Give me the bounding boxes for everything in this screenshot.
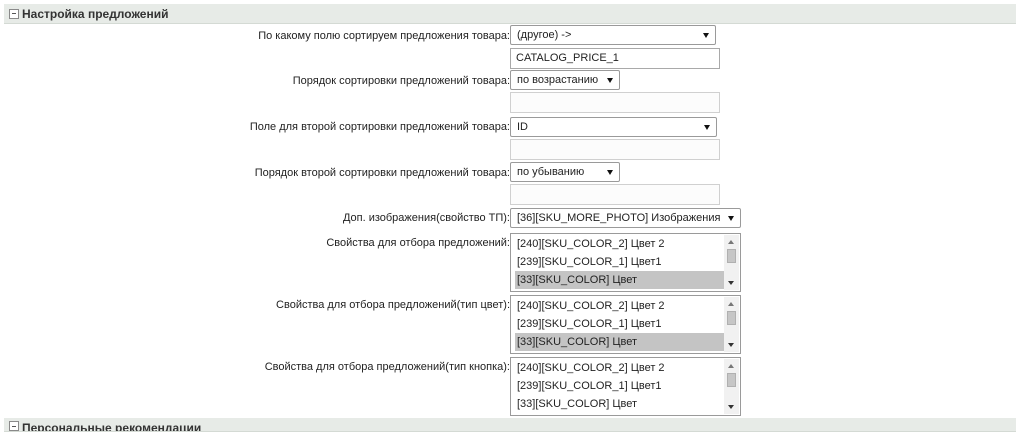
sort-order-label: Порядок сортировки предложений товара: xyxy=(292,75,510,87)
sort-field-custom-input[interactable]: CATALOG_PRICE_1 xyxy=(510,48,720,69)
sort2-field-custom-input[interactable] xyxy=(510,139,720,160)
sort-order-custom-input[interactable] xyxy=(510,92,720,113)
list-item[interactable]: [239][SKU_COLOR_1] Цвет1 xyxy=(515,315,725,333)
sort2-field-select[interactable]: ID xyxy=(510,117,717,137)
sort2-order-label: Порядок второй сортировки предложений то… xyxy=(254,167,510,179)
scroll-up-icon[interactable] xyxy=(728,240,734,244)
scroll-up-icon[interactable] xyxy=(728,364,734,368)
list-item[interactable]: [33][SKU_COLOR] Цвет xyxy=(515,333,725,351)
section-header-recommendations[interactable]: Персональные рекомендации xyxy=(4,418,1016,432)
dropdown-arrow-icon xyxy=(607,170,613,175)
scroll-thumb[interactable] xyxy=(727,249,736,263)
list-item[interactable]: [240][SKU_COLOR_2] Цвет 2 xyxy=(515,297,725,315)
sort-order-select[interactable]: по возрастанию xyxy=(510,70,620,90)
dropdown-arrow-icon xyxy=(607,78,613,83)
dropdown-arrow-icon xyxy=(703,33,709,38)
tree-props-listbox[interactable]: [240][SKU_COLOR_2] Цвет 2 [239][SKU_COLO… xyxy=(510,233,741,292)
section-title: Настройка предложений xyxy=(22,6,169,21)
list-item[interactable]: [240][SKU_COLOR_2] Цвет 2 xyxy=(515,235,725,253)
sort-field-value: (другое) -> xyxy=(517,29,572,41)
collapse-icon[interactable] xyxy=(9,8,19,19)
scroll-thumb[interactable] xyxy=(727,373,736,387)
button-props-listbox[interactable]: [240][SKU_COLOR_2] Цвет 2 [239][SKU_COLO… xyxy=(510,357,741,416)
sort-field-label: По какому полю сортируем предложения тов… xyxy=(258,30,510,42)
more-photo-value: [36][SKU_MORE_PHOTO] Изображения xyxy=(517,212,721,224)
section-title: Персональные рекомендации xyxy=(22,421,202,432)
scroll-down-icon[interactable] xyxy=(728,343,734,347)
list-item[interactable]: [240][SKU_COLOR_2] Цвет 2 xyxy=(515,359,725,377)
tree-props-label: Свойства для отбора предложений: xyxy=(326,237,510,249)
color-props-listbox[interactable]: [240][SKU_COLOR_2] Цвет 2 [239][SKU_COLO… xyxy=(510,295,741,354)
scrollbar[interactable] xyxy=(724,297,739,352)
more-photo-label: Доп. изображения(свойство ТП): xyxy=(342,212,510,224)
button-props-label: Свойства для отбора предложений(тип кноп… xyxy=(264,361,510,373)
list-item[interactable]: [239][SKU_COLOR_1] Цвет1 xyxy=(515,253,725,271)
scrollbar[interactable] xyxy=(724,235,739,290)
dropdown-arrow-icon xyxy=(728,216,734,221)
sort-field-select[interactable]: (другое) -> xyxy=(510,25,716,45)
section-header-offers[interactable]: Настройка предложений xyxy=(4,4,1016,24)
scroll-down-icon[interactable] xyxy=(728,281,734,285)
more-photo-select[interactable]: [36][SKU_MORE_PHOTO] Изображения xyxy=(510,208,741,228)
list-item[interactable]: [33][SKU_COLOR] Цвет xyxy=(515,395,725,413)
color-props-label: Свойства для отбора предложений(тип цвет… xyxy=(276,299,510,311)
sort2-order-value: по убыванию xyxy=(517,166,585,178)
collapse-icon[interactable] xyxy=(9,421,19,431)
scroll-up-icon[interactable] xyxy=(728,302,734,306)
scrollbar[interactable] xyxy=(724,359,739,414)
sort2-field-value: ID xyxy=(517,121,528,133)
scroll-down-icon[interactable] xyxy=(728,405,734,409)
list-item[interactable]: [33][SKU_COLOR] Цвет xyxy=(515,271,725,289)
sort2-order-select[interactable]: по убыванию xyxy=(510,162,620,182)
list-item[interactable]: [239][SKU_COLOR_1] Цвет1 xyxy=(515,377,725,395)
sort2-order-custom-input[interactable] xyxy=(510,184,720,205)
scroll-thumb[interactable] xyxy=(727,311,736,325)
sort2-field-label: Поле для второй сортировки предложений т… xyxy=(249,121,510,133)
sort-order-value: по возрастанию xyxy=(517,74,599,86)
dropdown-arrow-icon xyxy=(704,125,710,130)
